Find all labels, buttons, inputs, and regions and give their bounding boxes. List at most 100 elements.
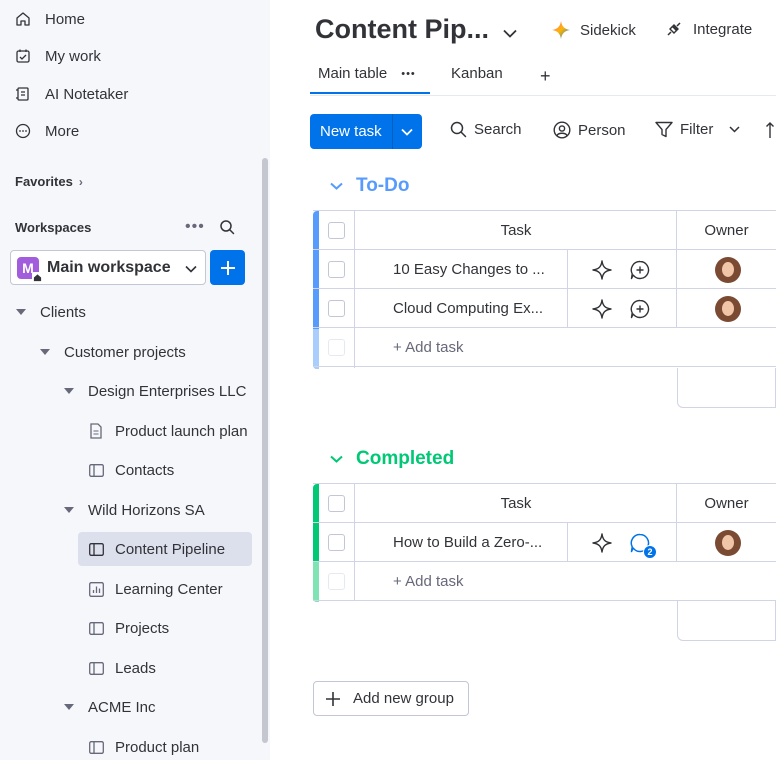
select-all-checkbox[interactable] — [328, 484, 345, 523]
sidebar: Home My work AI Notetaker More Favorites… — [0, 0, 270, 760]
group-title-completed[interactable]: Completed — [330, 448, 454, 470]
add-task-input[interactable]: + Add task — [393, 328, 463, 367]
add-task-row[interactable]: + Add task — [313, 328, 776, 367]
table-row[interactable]: 10 Easy Changes to ... — [313, 250, 776, 289]
tree-item-label: Content Pipeline — [115, 540, 226, 558]
nav-home[interactable]: Home — [14, 7, 85, 31]
my-work-icon — [14, 47, 32, 65]
home-icon — [14, 10, 32, 28]
board-icon — [88, 462, 104, 478]
sparkle-outline-icon[interactable] — [591, 523, 613, 562]
row-checkbox — [328, 562, 345, 601]
summary-row — [677, 601, 776, 641]
row-checkbox[interactable] — [328, 523, 345, 562]
person-label: Person — [578, 121, 626, 139]
caret-down-icon — [16, 309, 26, 315]
board-title-text: Content Pip... — [315, 14, 489, 44]
sidekick-label: Sidekick — [580, 21, 636, 39]
add-update-icon[interactable] — [629, 250, 651, 289]
tree-folder-acme[interactable]: ACME Inc — [64, 690, 156, 724]
add-item-button[interactable] — [210, 250, 245, 285]
tree-item-contacts[interactable]: Contacts — [88, 453, 174, 487]
sparkle-outline-icon[interactable] — [591, 289, 613, 328]
sidebar-scrollbar[interactable] — [262, 158, 268, 743]
nav-my-work[interactable]: My work — [14, 44, 101, 68]
tab-main-table[interactable]: Main table ••• — [318, 65, 416, 82]
row-checkbox[interactable] — [328, 250, 345, 289]
add-new-group-button[interactable]: Add new group — [313, 681, 469, 716]
column-header-owner[interactable]: Owner — [677, 484, 776, 523]
tree-item-projects[interactable]: Projects — [88, 611, 169, 645]
tree-item-label: Wild Horizons SA — [88, 501, 205, 519]
sidekick-button[interactable]: Sidekick — [551, 20, 636, 40]
task-name[interactable]: Cloud Computing Ex... — [393, 289, 543, 328]
tree-item-content-pipeline[interactable]: Content Pipeline — [78, 532, 252, 566]
add-view-button[interactable]: + — [540, 66, 551, 87]
updates-icon[interactable]: 2 — [629, 523, 657, 562]
select-all-checkbox[interactable] — [328, 211, 345, 250]
workspace-search-icon[interactable] — [219, 219, 235, 238]
owner-avatar[interactable] — [715, 289, 741, 328]
table-row[interactable]: How to Build a Zero-... 2 — [313, 523, 776, 562]
caret-down-icon — [40, 349, 50, 355]
tree-item-leads[interactable]: Leads — [88, 651, 156, 685]
owner-avatar[interactable] — [715, 523, 741, 562]
sort-icon — [766, 122, 774, 138]
task-name[interactable]: How to Build a Zero-... — [393, 523, 542, 562]
group-title-text: To-Do — [356, 175, 410, 196]
tree-item-label: Customer projects — [64, 343, 186, 361]
add-task-input[interactable]: + Add task — [393, 562, 463, 601]
person-filter-button[interactable]: Person — [553, 121, 626, 139]
workspace-selector[interactable]: M Main workspace — [10, 250, 206, 285]
add-update-icon[interactable] — [629, 289, 651, 328]
chevron-down-icon — [330, 182, 343, 190]
tree-item-product-plan[interactable]: Product plan — [88, 730, 199, 760]
integrate-button[interactable]: Integrate — [665, 20, 752, 38]
row-checkbox[interactable] — [328, 289, 345, 328]
chevron-down-icon — [330, 455, 343, 463]
new-task-button-group: New task — [310, 114, 422, 149]
tree-item-label: Clients — [40, 303, 86, 321]
search-icon — [450, 121, 467, 138]
filter-button[interactable]: Filter — [655, 121, 747, 138]
sort-button[interactable] — [765, 121, 776, 139]
tree-item-learning-center[interactable]: Learning Center — [88, 572, 223, 606]
tree-item-label: Product plan — [115, 738, 200, 756]
new-task-dropdown[interactable] — [392, 114, 422, 149]
tabs-divider — [310, 95, 776, 96]
sparkle-outline-icon[interactable] — [591, 250, 613, 289]
tree-folder-design-enterprises[interactable]: Design Enterprises LLC — [64, 374, 246, 408]
plus-icon — [220, 260, 235, 275]
owner-avatar[interactable] — [715, 250, 741, 289]
tree-item-product-launch-plan[interactable]: Product launch plan — [88, 414, 248, 448]
tab-kanban[interactable]: Kanban — [451, 65, 503, 82]
tab-menu-icon[interactable]: ••• — [401, 68, 416, 80]
search-button[interactable]: Search — [450, 121, 522, 138]
column-header-task[interactable]: Task — [355, 211, 677, 250]
caret-down-icon — [64, 704, 74, 710]
table-header-row: Task Owner — [313, 211, 776, 250]
integrate-label: Integrate — [693, 20, 753, 38]
group-title-todo[interactable]: To-Do — [330, 175, 409, 197]
nav-more[interactable]: More — [14, 119, 79, 143]
nav-more-label: More — [45, 122, 80, 140]
task-name[interactable]: 10 Easy Changes to ... — [393, 250, 545, 289]
add-task-row[interactable]: + Add task — [313, 562, 776, 601]
board-icon — [88, 660, 104, 676]
tree-folder-clients[interactable]: Clients — [16, 295, 86, 329]
board-title[interactable]: Content Pip... — [315, 14, 517, 45]
tree-folder-customer-projects[interactable]: Customer projects — [40, 335, 186, 369]
notetaker-icon — [14, 85, 32, 103]
table-row[interactable]: Cloud Computing Ex... — [313, 289, 776, 328]
column-header-task[interactable]: Task — [355, 484, 677, 523]
column-header-owner[interactable]: Owner — [677, 211, 776, 250]
workspace-name: Main workspace — [47, 258, 171, 276]
workspace-options-icon[interactable]: ••• — [185, 218, 205, 236]
new-task-button[interactable]: New task — [310, 114, 393, 149]
doc-icon — [88, 423, 104, 439]
plus-icon — [326, 691, 340, 706]
tree-folder-wild-horizons[interactable]: Wild Horizons SA — [64, 493, 205, 527]
nav-ai-notetaker[interactable]: AI Notetaker — [14, 82, 128, 106]
favorites-section[interactable]: Favorites › — [15, 174, 83, 189]
caret-down-icon — [64, 507, 74, 513]
